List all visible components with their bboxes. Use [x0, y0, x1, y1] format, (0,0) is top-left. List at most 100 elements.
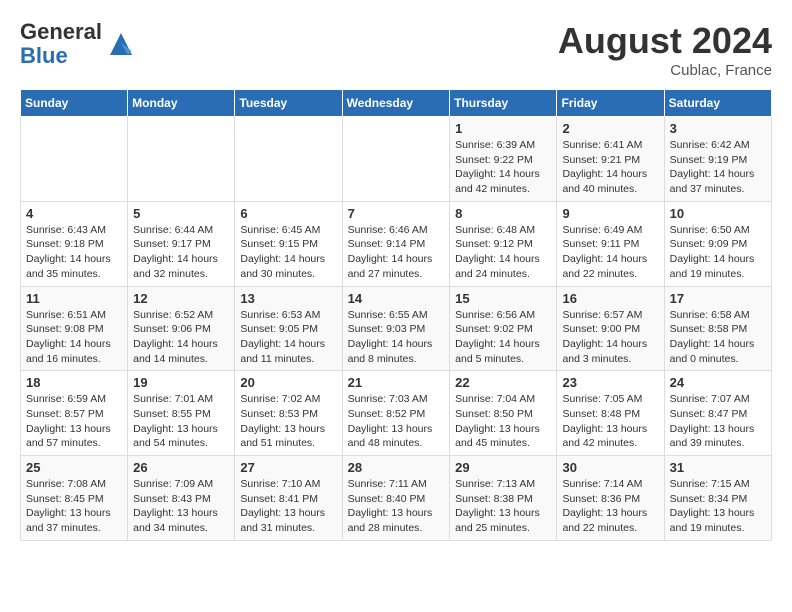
day-number: 20 — [240, 375, 336, 390]
day-info: Sunrise: 6:50 AMSunset: 9:09 PMDaylight:… — [670, 223, 766, 282]
day-info: Sunrise: 6:49 AMSunset: 9:11 PMDaylight:… — [562, 223, 658, 282]
logo-blue: Blue — [20, 43, 68, 68]
header-day-monday: Monday — [128, 90, 235, 117]
day-info: Sunrise: 6:58 AMSunset: 8:58 PMDaylight:… — [670, 308, 766, 367]
day-number: 14 — [348, 291, 445, 306]
calendar-cell: 16Sunrise: 6:57 AMSunset: 9:00 PMDayligh… — [557, 286, 664, 371]
calendar-cell: 1 Sunrise: 6:39 AMSunset: 9:22 PMDaylight… — [450, 117, 557, 202]
day-info: Sunrise: 6:42 AMSunset: 9:19 PMDaylight:… — [670, 138, 766, 197]
day-number: 13 — [240, 291, 336, 306]
header-day-thursday: Thursday — [450, 90, 557, 117]
day-info: Sunrise: 6:52 AMSunset: 9:06 PMDaylight:… — [133, 308, 229, 367]
day-number: 11 — [26, 291, 122, 306]
day-number: 18 — [26, 375, 122, 390]
calendar-cell: 7 Sunrise: 6:46 AMSunset: 9:14 PMDaylight… — [342, 201, 450, 286]
day-number: 28 — [348, 460, 445, 475]
day-number: 12 — [133, 291, 229, 306]
day-info: Sunrise: 7:02 AMSunset: 8:53 PMDaylight:… — [240, 392, 336, 451]
day-number: 3 — [670, 121, 766, 136]
day-number: 2 — [562, 121, 658, 136]
calendar-cell: 15Sunrise: 6:56 AMSunset: 9:02 PMDayligh… — [450, 286, 557, 371]
header-day-friday: Friday — [557, 90, 664, 117]
calendar-table: SundayMondayTuesdayWednesdayThursdayFrid… — [20, 89, 772, 541]
day-number: 30 — [562, 460, 658, 475]
month-year: August 2024 — [558, 20, 772, 62]
week-row-1: 1 Sunrise: 6:39 AMSunset: 9:22 PMDaylight… — [21, 117, 772, 202]
calendar-cell: 14 Sunrise: 6:55 AMSunset: 9:03 PMDayligh… — [342, 286, 450, 371]
day-number: 29 — [455, 460, 551, 475]
day-number: 19 — [133, 375, 229, 390]
day-info: Sunrise: 7:10 AMSunset: 8:41 PMDaylight:… — [240, 477, 336, 536]
header-day-tuesday: Tuesday — [235, 90, 342, 117]
day-info: Sunrise: 6:55 AMSunset: 9:03 PMDaylight:… — [348, 308, 445, 367]
calendar-cell — [235, 117, 342, 202]
day-info: Sunrise: 7:11 AMSunset: 8:40 PMDaylight:… — [348, 477, 445, 536]
header-day-wednesday: Wednesday — [342, 90, 450, 117]
logo: General Blue — [20, 20, 136, 68]
calendar-body: 1 Sunrise: 6:39 AMSunset: 9:22 PMDaylight… — [21, 117, 772, 541]
calendar-cell: 11 Sunrise: 6:51 AMSunset: 9:08 PMDayligh… — [21, 286, 128, 371]
calendar-cell — [21, 117, 128, 202]
calendar-cell: 8Sunrise: 6:48 AMSunset: 9:12 PMDaylight… — [450, 201, 557, 286]
page-header: General Blue August 2024 Cublac, France — [20, 20, 772, 79]
calendar-cell: 23Sunrise: 7:05 AMSunset: 8:48 PMDayligh… — [557, 371, 664, 456]
day-number: 25 — [26, 460, 122, 475]
day-info: Sunrise: 6:51 AMSunset: 9:08 PMDaylight:… — [26, 308, 122, 367]
calendar-cell: 17 Sunrise: 6:58 AMSunset: 8:58 PMDayligh… — [664, 286, 771, 371]
logo-general: General — [20, 19, 102, 44]
day-number: 5 — [133, 206, 229, 221]
calendar-cell: 25Sunrise: 7:08 AMSunset: 8:45 PMDayligh… — [21, 456, 128, 541]
day-number: 27 — [240, 460, 336, 475]
day-info: Sunrise: 7:13 AMSunset: 8:38 PMDaylight:… — [455, 477, 551, 536]
day-info: Sunrise: 6:41 AMSunset: 9:21 PMDaylight:… — [562, 138, 658, 197]
day-info: Sunrise: 6:39 AMSunset: 9:22 PMDaylight:… — [455, 138, 551, 197]
calendar-cell: 28 Sunrise: 7:11 AMSunset: 8:40 PMDayligh… — [342, 456, 450, 541]
day-number: 8 — [455, 206, 551, 221]
calendar-cell: 18 Sunrise: 6:59 AMSunset: 8:57 PMDayligh… — [21, 371, 128, 456]
title-block: August 2024 Cublac, France — [558, 20, 772, 79]
day-number: 1 — [455, 121, 551, 136]
day-info: Sunrise: 7:09 AMSunset: 8:43 PMDaylight:… — [133, 477, 229, 536]
day-number: 22 — [455, 375, 551, 390]
day-info: Sunrise: 6:56 AMSunset: 9:02 PMDaylight:… — [455, 308, 551, 367]
day-info: Sunrise: 7:07 AMSunset: 8:47 PMDaylight:… — [670, 392, 766, 451]
calendar-cell: 19Sunrise: 7:01 AMSunset: 8:55 PMDayligh… — [128, 371, 235, 456]
day-info: Sunrise: 6:53 AMSunset: 9:05 PMDaylight:… — [240, 308, 336, 367]
week-row-2: 4Sunrise: 6:43 AMSunset: 9:18 PMDaylight… — [21, 201, 772, 286]
location: Cublac, France — [558, 62, 772, 79]
calendar-cell: 22 Sunrise: 7:04 AMSunset: 8:50 PMDayligh… — [450, 371, 557, 456]
calendar-cell: 3 Sunrise: 6:42 AMSunset: 9:19 PMDaylight… — [664, 117, 771, 202]
day-info: Sunrise: 6:59 AMSunset: 8:57 PMDaylight:… — [26, 392, 122, 451]
day-info: Sunrise: 7:14 AMSunset: 8:36 PMDaylight:… — [562, 477, 658, 536]
calendar-cell: 9Sunrise: 6:49 AMSunset: 9:11 PMDaylight… — [557, 201, 664, 286]
day-number: 23 — [562, 375, 658, 390]
week-row-3: 11 Sunrise: 6:51 AMSunset: 9:08 PMDayligh… — [21, 286, 772, 371]
day-number: 26 — [133, 460, 229, 475]
week-row-5: 25Sunrise: 7:08 AMSunset: 8:45 PMDayligh… — [21, 456, 772, 541]
day-info: Sunrise: 7:04 AMSunset: 8:50 PMDaylight:… — [455, 392, 551, 451]
calendar-header: SundayMondayTuesdayWednesdayThursdayFrid… — [21, 90, 772, 117]
calendar-cell: 21Sunrise: 7:03 AMSunset: 8:52 PMDayligh… — [342, 371, 450, 456]
calendar-cell: 31Sunrise: 7:15 AMSunset: 8:34 PMDayligh… — [664, 456, 771, 541]
day-number: 10 — [670, 206, 766, 221]
logo-icon — [106, 29, 136, 59]
calendar-cell: 2 Sunrise: 6:41 AMSunset: 9:21 PMDaylight… — [557, 117, 664, 202]
day-number: 21 — [348, 375, 445, 390]
day-number: 7 — [348, 206, 445, 221]
calendar-cell: 20 Sunrise: 7:02 AMSunset: 8:53 PMDayligh… — [235, 371, 342, 456]
calendar-cell: 5 Sunrise: 6:44 AMSunset: 9:17 PMDaylight… — [128, 201, 235, 286]
calendar-cell: 13 Sunrise: 6:53 AMSunset: 9:05 PMDayligh… — [235, 286, 342, 371]
day-info: Sunrise: 6:44 AMSunset: 9:17 PMDaylight:… — [133, 223, 229, 282]
day-number: 17 — [670, 291, 766, 306]
day-number: 24 — [670, 375, 766, 390]
header-day-saturday: Saturday — [664, 90, 771, 117]
week-row-4: 18 Sunrise: 6:59 AMSunset: 8:57 PMDayligh… — [21, 371, 772, 456]
calendar-cell: 4Sunrise: 6:43 AMSunset: 9:18 PMDaylight… — [21, 201, 128, 286]
calendar-cell: 30 Sunrise: 7:14 AMSunset: 8:36 PMDayligh… — [557, 456, 664, 541]
day-info: Sunrise: 6:46 AMSunset: 9:14 PMDaylight:… — [348, 223, 445, 282]
day-number: 6 — [240, 206, 336, 221]
calendar-cell — [128, 117, 235, 202]
day-number: 4 — [26, 206, 122, 221]
header-row: SundayMondayTuesdayWednesdayThursdayFrid… — [21, 90, 772, 117]
day-info: Sunrise: 7:15 AMSunset: 8:34 PMDaylight:… — [670, 477, 766, 536]
